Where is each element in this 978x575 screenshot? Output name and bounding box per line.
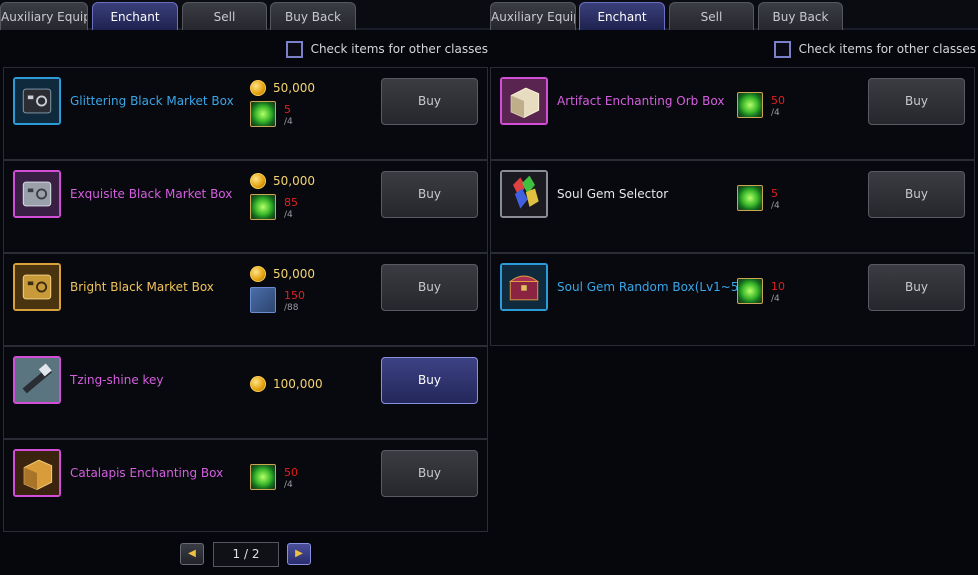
item-price: 50,000 5 /4 (250, 77, 350, 137)
right-shop-panel: Auxiliary Equipi Enchant Sell Buy Back C… (490, 0, 978, 575)
token-limit: /4 (284, 117, 293, 127)
item-price: 50,000 85 /4 (250, 170, 350, 230)
tab-bar: Auxiliary Equipi Enchant Sell Buy Back (490, 0, 978, 30)
list-item: Artifact Enchanting Orb Box 50 /4 Buy (490, 67, 975, 160)
gold-coin-icon (250, 376, 266, 392)
item-price: 50,000 150 /88 (250, 263, 350, 323)
tab-auxiliary-equipment[interactable]: Auxiliary Equipi (490, 2, 576, 30)
token-amount: 150 (284, 289, 305, 302)
item-price: 5 /4 (737, 170, 837, 230)
token-amount: 5 (771, 187, 778, 200)
scroll-token-icon (250, 287, 276, 313)
key-icon (13, 356, 61, 404)
list-item: Soul Gem Random Box(Lv1~5) 10 /4 Buy (490, 253, 975, 346)
list-item: Exquisite Black Market Box 50,000 85 /4 … (3, 160, 488, 253)
gold-coin-icon (250, 173, 266, 189)
box-icon (13, 449, 61, 497)
tab-enchant[interactable]: Enchant (579, 2, 665, 30)
list-item: Soul Gem Selector 5 /4 Buy (490, 160, 975, 253)
token-limit: /4 (771, 201, 780, 211)
enchant-gem-icon (737, 278, 763, 304)
other-classes-filter[interactable]: Check items for other classes (285, 40, 488, 58)
list-item: Glittering Black Market Box 50,000 5 /4 … (3, 67, 488, 160)
prev-page-button[interactable]: ◀ (180, 543, 204, 565)
token-limit: /88 (284, 303, 299, 313)
soul-gem-icon (500, 170, 548, 218)
enchant-gem-icon (250, 464, 276, 490)
item-name: Exquisite Black Market Box (70, 187, 233, 201)
item-name: Glittering Black Market Box (70, 94, 234, 108)
item-price: 50 /4 (737, 77, 837, 137)
page-indicator: 1 / 2 (213, 542, 279, 567)
gold-amount: 50,000 (273, 174, 315, 188)
other-classes-filter[interactable]: Check items for other classes (773, 40, 976, 58)
enchant-gem-icon (250, 101, 276, 127)
other-classes-label: Check items for other classes (798, 42, 976, 56)
gold-coin-icon (250, 266, 266, 282)
tab-auxiliary-equipment[interactable]: Auxiliary Equipi (0, 2, 88, 30)
item-name: Soul Gem Random Box(Lv1~5) (557, 280, 744, 294)
tab-sell[interactable]: Sell (669, 2, 754, 30)
item-name: Soul Gem Selector (557, 187, 669, 201)
tab-buy-back[interactable]: Buy Back (270, 2, 356, 30)
token-amount: 85 (284, 196, 298, 209)
token-limit: /4 (284, 210, 293, 220)
item-name: Tzing-shine key (70, 373, 164, 387)
token-amount: 5 (284, 103, 291, 116)
tab-buy-back[interactable]: Buy Back (758, 2, 843, 30)
gold-amount: 50,000 (273, 267, 315, 281)
silver-safe-icon (13, 170, 61, 218)
other-classes-label: Check items for other classes (310, 42, 488, 56)
token-amount: 50 (771, 94, 785, 107)
item-name: Catalapis Enchanting Box (70, 466, 224, 480)
black-safe-icon (13, 77, 61, 125)
gold-safe-icon (13, 263, 61, 311)
enchant-gem-icon (737, 92, 763, 118)
enchant-gem-icon (250, 194, 276, 220)
buy-button[interactable]: Buy (381, 450, 478, 497)
tab-bar: Auxiliary Equipi Enchant Sell Buy Back (0, 0, 490, 30)
buy-button[interactable]: Buy (381, 357, 478, 404)
left-shop-panel: Auxiliary Equipi Enchant Sell Buy Back C… (0, 0, 490, 575)
other-classes-checkbox[interactable] (285, 40, 303, 58)
tab-sell[interactable]: Sell (182, 2, 267, 30)
token-limit: /4 (284, 480, 293, 490)
buy-button[interactable]: Buy (381, 264, 478, 311)
treasure-chest-icon (500, 263, 548, 311)
other-classes-checkbox[interactable] (773, 40, 791, 58)
orb-box-icon (500, 77, 548, 125)
buy-button[interactable]: Buy (381, 171, 478, 218)
buy-button[interactable]: Buy (868, 78, 965, 125)
list-item: Bright Black Market Box 50,000 150 /88 B… (3, 253, 488, 346)
tab-enchant[interactable]: Enchant (92, 2, 178, 30)
item-price: 10 /4 (737, 263, 837, 323)
enchant-gem-icon (737, 185, 763, 211)
item-name: Bright Black Market Box (70, 280, 214, 294)
item-price: 50 /4 (250, 449, 350, 509)
item-name: Artifact Enchanting Orb Box (557, 94, 725, 108)
token-limit: /4 (771, 294, 780, 304)
next-page-button[interactable]: ▶ (287, 543, 311, 565)
buy-button[interactable]: Buy (868, 264, 965, 311)
gold-amount: 100,000 (273, 377, 323, 391)
token-limit: /4 (771, 108, 780, 118)
buy-button[interactable]: Buy (868, 171, 965, 218)
buy-button[interactable]: Buy (381, 78, 478, 125)
gold-amount: 50,000 (273, 81, 315, 95)
token-amount: 50 (284, 466, 298, 479)
token-amount: 10 (771, 280, 785, 293)
list-item: Tzing-shine key 100,000 Buy (3, 346, 488, 439)
list-item: Catalapis Enchanting Box 50 /4 Buy (3, 439, 488, 532)
gold-coin-icon (250, 80, 266, 96)
item-price: 100,000 (250, 356, 350, 416)
